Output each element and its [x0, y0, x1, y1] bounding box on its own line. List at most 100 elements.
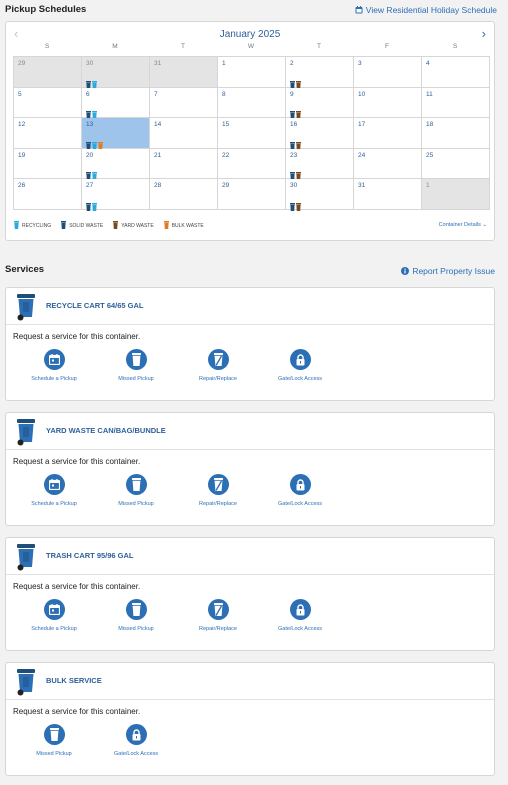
calendar-day[interactable]: 6	[82, 87, 150, 120]
calendar-day[interactable]: 20	[82, 148, 150, 181]
solid-bin-icon	[86, 106, 91, 120]
service-card-title: BULK SERVICE	[46, 676, 102, 685]
service-card-header: RECYCLE CART 64/65 GAL	[6, 288, 494, 325]
day-number: 21	[154, 151, 162, 159]
calendar-day[interactable]: 27	[82, 179, 150, 211]
service-action-label: Gate/Lock Access	[277, 376, 323, 382]
service-action-label: Repair/Replace	[199, 376, 237, 382]
calendar-day[interactable]: 8	[218, 87, 286, 119]
day-number: 31	[358, 182, 366, 190]
broken-bin-icon	[207, 474, 229, 495]
report-property-issue-link[interactable]: Report Property Issue	[401, 266, 495, 276]
day-number: 5	[18, 90, 22, 98]
missed-pickup-button[interactable]: Missed Pickup	[95, 349, 177, 382]
repair-replace-button[interactable]: Repair/Replace	[177, 599, 259, 632]
day-number: 27	[86, 182, 94, 190]
calendar-day[interactable]: 25	[422, 148, 490, 180]
calendar-day[interactable]: 23	[286, 148, 354, 181]
gate-lock-access-button[interactable]: Gate/Lock Access	[259, 474, 341, 507]
solid-bin-icon	[290, 137, 295, 150]
calendar-day[interactable]: 29	[14, 57, 82, 88]
day-number: 13	[86, 121, 94, 129]
day-number: 16	[290, 121, 298, 129]
service-card: TRASH CART 95/96 GAL Request a service fo…	[5, 537, 495, 651]
day-number: 8	[222, 90, 226, 98]
yard-bin-icon	[296, 198, 301, 211]
service-card-header: TRASH CART 95/96 GAL	[6, 538, 494, 575]
calendar-day[interactable]: 18	[422, 118, 490, 149]
solid-bin-icon	[86, 137, 91, 150]
weekday-label: T	[317, 43, 321, 50]
container-details-toggle[interactable]: Container Details ⌄	[439, 222, 487, 228]
repair-replace-button[interactable]: Repair/Replace	[177, 474, 259, 507]
calendar-day[interactable]: 7	[150, 87, 218, 119]
solid-bin-icon	[290, 76, 295, 89]
calendar-day[interactable]: 26	[14, 179, 82, 210]
calendar-day[interactable]: 15	[218, 118, 286, 149]
calendar-day[interactable]: 29	[218, 179, 286, 210]
service-actions: Missed Pickup Gate/Lock Access	[13, 724, 177, 757]
day-number: 12	[18, 121, 26, 129]
calendar-day[interactable]: 22	[218, 148, 286, 180]
day-number: 9	[290, 90, 294, 98]
holiday-schedule-link[interactable]: View Residential Holiday Schedule	[355, 5, 497, 15]
calendar-day[interactable]: 31	[354, 179, 422, 210]
calendar-day[interactable]: 12	[14, 118, 82, 149]
calendar-day[interactable]: 9	[286, 87, 354, 120]
schedule-a-pickup-button[interactable]: Schedule a Pickup	[13, 474, 95, 507]
schedule-a-pickup-button[interactable]: Schedule a Pickup	[13, 599, 95, 632]
calendar-day[interactable]: 2	[286, 57, 354, 89]
bulk-bin-icon	[98, 137, 103, 150]
service-action-label: Gate/Lock Access	[113, 751, 159, 757]
gate-lock-access-button[interactable]: Gate/Lock Access	[259, 349, 341, 382]
calendar-day[interactable]: 30	[286, 179, 354, 211]
service-prompt: Request a service for this container.	[13, 332, 141, 341]
weekday-label: W	[247, 43, 255, 50]
missed-pickup-button[interactable]: Missed Pickup	[13, 724, 95, 757]
broken-bin-icon	[207, 349, 229, 370]
pickup-calendar: ‹ January 2025 › SMTWTFS 29 30 31 1 2 3 4 5 6 7 8 9…	[5, 21, 495, 241]
calendar-day[interactable]: 28	[150, 179, 218, 210]
next-month-button[interactable]: ›	[482, 26, 486, 41]
calendar-day[interactable]: 1	[218, 57, 286, 88]
calendar-day[interactable]: 24	[354, 148, 422, 180]
calendar-day[interactable]: 10	[354, 87, 422, 119]
day-number: 29	[18, 60, 26, 67]
bin-icon	[125, 474, 147, 495]
calendar-day[interactable]: 17	[354, 118, 422, 149]
calendar-day[interactable]: 11	[422, 87, 490, 119]
missed-pickup-button[interactable]: Missed Pickup	[95, 474, 177, 507]
calendar-day[interactable]: 4	[422, 57, 490, 88]
calendar-day[interactable]: 16	[286, 118, 354, 150]
calendar-day[interactable]: 21	[150, 148, 218, 180]
service-action-label: Repair/Replace	[199, 626, 237, 632]
calendar-day[interactable]: 1	[422, 179, 490, 210]
calendar-day[interactable]: 19	[14, 148, 82, 180]
calendar-day[interactable]: 14	[150, 118, 218, 149]
pickup-bins	[86, 167, 97, 181]
service-action-label: Repair/Replace	[199, 501, 237, 507]
calendar-day[interactable]: 30	[82, 57, 150, 89]
day-number: 26	[18, 182, 26, 190]
calendar-day[interactable]: 31	[150, 57, 218, 88]
missed-pickup-button[interactable]: Missed Pickup	[95, 599, 177, 632]
gate-lock-access-button[interactable]: Gate/Lock Access	[95, 724, 177, 757]
day-number: 30	[86, 60, 94, 67]
schedule-a-pickup-button[interactable]: Schedule a Pickup	[13, 349, 95, 382]
service-action-label: Missed Pickup	[118, 626, 154, 632]
repair-replace-button[interactable]: Repair/Replace	[177, 349, 259, 382]
calendar-day[interactable]: 3	[354, 57, 422, 88]
info-icon	[401, 267, 410, 275]
service-prompt: Request a service for this container.	[13, 707, 141, 716]
pickup-bins	[86, 106, 97, 120]
pickup-bins	[290, 198, 301, 211]
yard-bin-icon	[296, 76, 301, 89]
day-number: 23	[290, 151, 298, 159]
weekday-label: S	[44, 43, 50, 50]
calendar-day-today[interactable]: 13	[82, 118, 150, 150]
gate-lock-access-button[interactable]: Gate/Lock Access	[259, 599, 341, 632]
day-number: 4	[426, 60, 430, 67]
solid-bin-icon	[86, 198, 91, 211]
report-property-issue-label: Report Property Issue	[412, 266, 495, 276]
calendar-day[interactable]: 5	[14, 87, 82, 119]
